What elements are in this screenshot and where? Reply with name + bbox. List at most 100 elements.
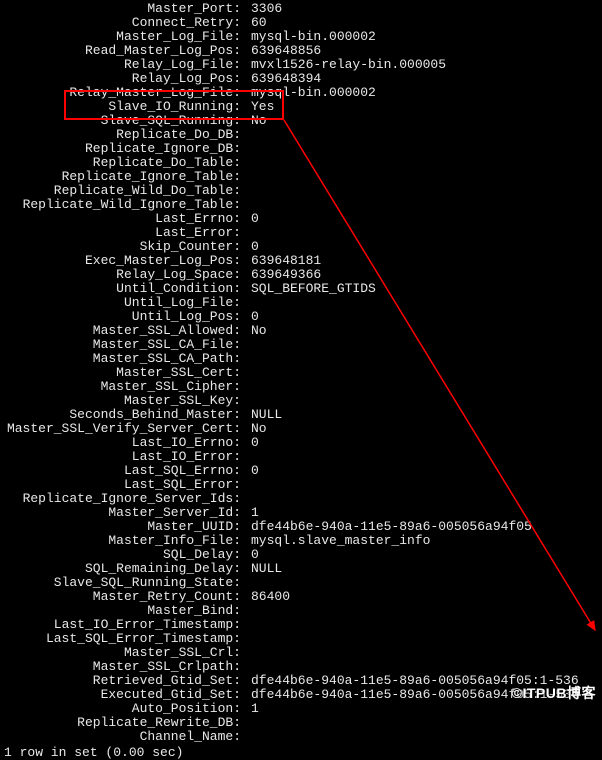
status-value <box>245 226 251 240</box>
status-row: Replicate_Do_DB: <box>0 128 602 142</box>
status-label: SQL_Remaining_Delay: <box>0 562 245 576</box>
status-row: Master_SSL_Crl: <box>0 646 602 660</box>
status-row: SQL_Delay:0 <box>0 548 602 562</box>
status-value: 0 <box>245 212 259 226</box>
status-row: Last_SQL_Error_Timestamp: <box>0 632 602 646</box>
status-row: Connect_Retry:60 <box>0 16 602 30</box>
status-row: Channel_Name: <box>0 730 602 744</box>
status-value <box>245 366 251 380</box>
status-row: Skip_Counter:0 <box>0 240 602 254</box>
status-value <box>245 604 251 618</box>
status-label: Master_SSL_Cipher: <box>0 380 245 394</box>
status-row: Master_Info_File:mysql.slave_master_info <box>0 534 602 548</box>
status-row: Relay_Log_Pos:639648394 <box>0 72 602 86</box>
status-value: No <box>245 422 267 436</box>
status-label: Master_Info_File: <box>0 534 245 548</box>
status-value: 639649366 <box>245 268 321 282</box>
status-row: Slave_IO_Running:Yes <box>0 100 602 114</box>
status-label: Executed_Gtid_Set: <box>0 688 245 702</box>
status-label: Master_Retry_Count: <box>0 590 245 604</box>
status-label: Exec_Master_Log_Pos: <box>0 254 245 268</box>
status-value: NULL <box>245 408 282 422</box>
status-row: Relay_Master_Log_File:mysql-bin.000002 <box>0 86 602 100</box>
status-row: Last_IO_Errno:0 <box>0 436 602 450</box>
status-label: Master_UUID: <box>0 520 245 534</box>
status-row: Master_SSL_Verify_Server_Cert:No <box>0 422 602 436</box>
status-label: Relay_Log_File: <box>0 58 245 72</box>
status-label: Master_SSL_Key: <box>0 394 245 408</box>
status-label: Auto_Position: <box>0 702 245 716</box>
status-value <box>245 338 251 352</box>
status-row: Master_SSL_CA_File: <box>0 338 602 352</box>
status-value: 60 <box>245 16 267 30</box>
status-row: Master_SSL_Key: <box>0 394 602 408</box>
status-row: Read_Master_Log_Pos:639648856 <box>0 44 602 58</box>
status-value: Yes <box>245 100 274 114</box>
status-label: Last_SQL_Errno: <box>0 464 245 478</box>
status-label: Read_Master_Log_Pos: <box>0 44 245 58</box>
status-row: Master_Log_File:mysql-bin.000002 <box>0 30 602 44</box>
status-label: Master_SSL_Allowed: <box>0 324 245 338</box>
status-value: 0 <box>245 464 259 478</box>
status-label: Last_IO_Error: <box>0 450 245 464</box>
status-row: Replicate_Wild_Do_Table: <box>0 184 602 198</box>
status-label: Replicate_Rewrite_DB: <box>0 716 245 730</box>
status-label: Replicate_Wild_Ignore_Table: <box>0 198 245 212</box>
status-value <box>245 646 251 660</box>
status-label: Slave_SQL_Running: <box>0 114 245 128</box>
status-value: No <box>245 114 267 128</box>
status-value <box>245 128 251 142</box>
status-value: dfe44b6e-940a-11e5-89a6-005056a94f05 <box>245 520 532 534</box>
status-row: Relay_Log_Space:639649366 <box>0 268 602 282</box>
status-value <box>245 170 251 184</box>
status-value <box>245 156 251 170</box>
status-row: Slave_SQL_Running:No <box>0 114 602 128</box>
status-label: SQL_Delay: <box>0 548 245 562</box>
status-label: Master_SSL_CA_File: <box>0 338 245 352</box>
status-value <box>245 394 251 408</box>
status-value <box>245 198 251 212</box>
watermark-text: ©ITPUB博客 <box>512 686 596 700</box>
status-value: 3306 <box>245 2 282 16</box>
status-label: Last_Errno: <box>0 212 245 226</box>
status-label: Master_Bind: <box>0 604 245 618</box>
status-row: Master_Bind: <box>0 604 602 618</box>
status-value: 86400 <box>245 590 290 604</box>
status-label: Slave_IO_Running: <box>0 100 245 114</box>
status-label: Master_SSL_Crl: <box>0 646 245 660</box>
status-row: Replicate_Ignore_Server_Ids: <box>0 492 602 506</box>
status-label: Last_Error: <box>0 226 245 240</box>
status-row: Master_UUID:dfe44b6e-940a-11e5-89a6-0050… <box>0 520 602 534</box>
status-label: Replicate_Do_Table: <box>0 156 245 170</box>
status-row: Last_SQL_Error: <box>0 478 602 492</box>
status-label: Channel_Name: <box>0 730 245 744</box>
status-value: 0 <box>245 310 259 324</box>
status-value: 0 <box>245 240 259 254</box>
status-label: Until_Log_Pos: <box>0 310 245 324</box>
status-label: Replicate_Ignore_DB: <box>0 142 245 156</box>
status-row: Slave_SQL_Running_State: <box>0 576 602 590</box>
status-value: 0 <box>245 548 259 562</box>
status-row: Exec_Master_Log_Pos:639648181 <box>0 254 602 268</box>
status-value <box>245 576 251 590</box>
status-row: Until_Condition:SQL_BEFORE_GTIDS <box>0 282 602 296</box>
status-row: Last_SQL_Errno:0 <box>0 464 602 478</box>
status-value: mysql-bin.000002 <box>245 86 376 100</box>
status-label: Connect_Retry: <box>0 16 245 30</box>
status-value <box>245 450 251 464</box>
terminal-output: Master_Port:3306Connect_Retry:60Master_L… <box>0 0 602 746</box>
status-value <box>245 492 251 506</box>
status-value: mysql.slave_master_info <box>245 534 430 548</box>
status-label: Last_SQL_Error: <box>0 478 245 492</box>
status-row: Master_SSL_Cert: <box>0 366 602 380</box>
status-value: 1 <box>245 506 259 520</box>
status-row: Until_Log_Pos:0 <box>0 310 602 324</box>
status-value <box>245 716 251 730</box>
status-label: Retrieved_Gtid_Set: <box>0 674 245 688</box>
status-label: Replicate_Do_DB: <box>0 128 245 142</box>
status-label: Master_Log_File: <box>0 30 245 44</box>
status-label: Master_SSL_Cert: <box>0 366 245 380</box>
status-value: 0 <box>245 436 259 450</box>
status-row: Master_SSL_Allowed:No <box>0 324 602 338</box>
status-row: Last_Error: <box>0 226 602 240</box>
